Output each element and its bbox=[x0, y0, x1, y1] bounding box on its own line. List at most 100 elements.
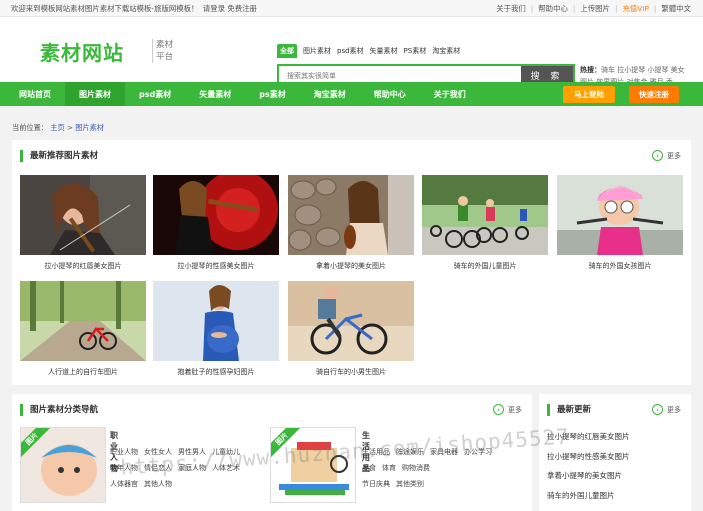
nav-images[interactable]: 图片素材 bbox=[65, 82, 125, 106]
image-card[interactable]: 骑车的外国儿童图片 bbox=[422, 175, 548, 271]
about-us-link[interactable]: 关于我们 bbox=[496, 3, 526, 14]
category-link[interactable]: 节日庆典 bbox=[362, 480, 390, 488]
violin-red-backdrop-photo[interactable] bbox=[153, 175, 279, 255]
nav-psd[interactable]: psd素材 bbox=[125, 82, 185, 106]
category-link[interactable]: 美食 bbox=[362, 464, 376, 472]
category-link[interactable]: 女性女人 bbox=[144, 448, 172, 456]
latest-item[interactable]: 骑车的外国儿童图片 bbox=[547, 486, 691, 506]
image-caption[interactable]: 拉小提琴的性感美女图片 bbox=[153, 261, 279, 271]
nav-ps[interactable]: ps素材 bbox=[245, 82, 300, 106]
pregnant-woman-photo[interactable] bbox=[153, 281, 279, 361]
latest-item[interactable]: 拉小提琴的性感美女图片 bbox=[547, 447, 691, 467]
image-caption[interactable]: 人行道上的自行车图片 bbox=[20, 367, 146, 377]
login-link[interactable]: 请登录 bbox=[203, 4, 225, 13]
category-link[interactable]: 儿童幼儿 bbox=[212, 448, 240, 456]
image-caption[interactable]: 骑车的外国儿童图片 bbox=[422, 261, 548, 271]
category-link[interactable]: 人体艺术 bbox=[212, 464, 240, 472]
category-link[interactable]: 购物消费 bbox=[402, 464, 430, 472]
nav-vector[interactable]: 矢量素材 bbox=[185, 82, 245, 106]
site-logo[interactable]: 素材网站 bbox=[40, 37, 124, 66]
welcome-text: 欢迎来到模板网站素材图片素材下载站模板-旅版网模板！ bbox=[11, 3, 199, 13]
latest-item[interactable]: 拉小提琴的红唇美女图片 bbox=[547, 427, 691, 447]
category-link[interactable]: 男性男人 bbox=[178, 448, 206, 456]
upload-image-link[interactable]: 上传图片 bbox=[580, 3, 610, 14]
search-tab-taobao[interactable]: 淘宝素材 bbox=[432, 46, 460, 56]
category-link[interactable]: 职业人物 bbox=[110, 448, 138, 456]
breadcrumb-label: 当前位置： bbox=[12, 123, 48, 132]
logo-subtitle: 素材 平台 bbox=[152, 39, 173, 63]
image-card[interactable]: 人行道上的自行车图片 bbox=[20, 281, 146, 377]
recommend-header: 最新推荐图片素材 › 更多 bbox=[12, 140, 691, 171]
image-card[interactable]: 拿着小提琴的美女图片 bbox=[288, 175, 414, 271]
recommend-more-link[interactable]: › 更多 bbox=[652, 150, 681, 161]
breadcrumb-home[interactable]: 主页 bbox=[50, 123, 64, 132]
search-tab-vector[interactable]: 矢量素材 bbox=[370, 46, 398, 56]
category-link[interactable]: 阵途娱乐 bbox=[396, 448, 424, 456]
category-link[interactable]: 人体器官 bbox=[110, 480, 138, 488]
violin-woman-photo[interactable] bbox=[20, 175, 146, 255]
category-image[interactable]: 图片 bbox=[270, 427, 356, 503]
register-link[interactable]: 免费注册 bbox=[227, 4, 257, 13]
bike-sidewalk-photo[interactable] bbox=[20, 281, 146, 361]
recharge-vip-link[interactable]: 充值VIP bbox=[622, 3, 648, 14]
search-tab-all[interactable]: 全部 bbox=[277, 44, 297, 58]
latest-header: 最新更新 › 更多 bbox=[539, 394, 691, 425]
image-card[interactable]: 骑车的外国女孩图片 bbox=[557, 175, 683, 271]
category-links: 生活用品 阵途娱乐 家具电器 办公学习 美食 体育 购物消费 节日庆典 其他类别 bbox=[362, 444, 522, 492]
nav-about[interactable]: 关于我们 bbox=[420, 82, 480, 106]
violin-stone-wall-photo[interactable] bbox=[288, 175, 414, 255]
category-link[interactable]: 家具电器 bbox=[430, 448, 458, 456]
traditional-chinese-link[interactable]: 繁體中文 bbox=[661, 3, 691, 14]
image-caption[interactable]: 抱着肚子的性感孕妇图片 bbox=[153, 367, 279, 377]
category-link[interactable]: 体育 bbox=[382, 464, 396, 472]
category-link[interactable]: 家庭人物 bbox=[178, 464, 206, 472]
category-panel: 图片素材分类导航 › 更多 图片 职业人物 职业人物 女性女人 男性男人 儿童幼儿 老… bbox=[12, 394, 532, 511]
nav-taobao[interactable]: 淘宝素材 bbox=[300, 82, 360, 106]
image-caption[interactable]: 骑自行车的小男生图片 bbox=[288, 367, 414, 377]
latest-more-link[interactable]: › 更多 bbox=[652, 404, 681, 415]
header: 素材网站 素材 平台 全部 图片素材 psd素材 矢量素材 PS素材 淘宝素材 … bbox=[0, 17, 703, 87]
category-link[interactable]: 情侣恋人 bbox=[144, 464, 172, 472]
category-header: 图片素材分类导航 › 更多 bbox=[12, 394, 532, 425]
more-label: 更多 bbox=[508, 405, 522, 414]
image-card[interactable]: 拉小提琴的性感美女图片 bbox=[153, 175, 279, 271]
search-tab-psd[interactable]: psd素材 bbox=[337, 46, 364, 56]
image-caption[interactable]: 拉小提琴的红唇美女图片 bbox=[20, 261, 146, 271]
hot-label: 热搜： bbox=[580, 66, 601, 74]
arrow-right-icon: › bbox=[652, 150, 663, 161]
nav-home[interactable]: 网站首页 bbox=[5, 82, 65, 106]
category-image[interactable]: 图片 bbox=[20, 427, 106, 503]
recommend-panel: 最新推荐图片素材 › 更多 拉小提琴的红唇美女图片 拉小提琴的性感美女图片 拿着… bbox=[12, 140, 691, 385]
latest-item[interactable]: 拿着小提琴的美女图片 bbox=[547, 466, 691, 486]
search-tabs: 全部 图片素材 psd素材 矢量素材 PS素材 淘宝素材 bbox=[277, 44, 466, 58]
girl-helmet-bike-photo[interactable] bbox=[557, 175, 683, 255]
search-tab-ps[interactable]: PS素材 bbox=[404, 46, 427, 56]
latest-list: 拉小提琴的红唇美女图片 拉小提琴的性感美女图片 拿着小提琴的美女图片 骑车的外国… bbox=[539, 427, 691, 505]
more-label: 更多 bbox=[667, 405, 681, 414]
image-card[interactable]: 骑自行车的小男生图片 bbox=[288, 281, 414, 377]
recommend-title: 最新推荐图片素材 bbox=[20, 149, 98, 162]
register-button[interactable]: 快速注册 bbox=[629, 86, 679, 103]
category-link[interactable]: 办公学习 bbox=[464, 448, 492, 456]
image-caption[interactable]: 拿着小提琴的美女图片 bbox=[288, 261, 414, 271]
top-links: 关于我们 | 帮助中心 | 上传图片 | 充值VIP | 繁體中文 bbox=[496, 3, 691, 14]
login-button[interactable]: 马上登陆 bbox=[563, 86, 615, 103]
help-center-link[interactable]: 帮助中心 bbox=[538, 3, 568, 14]
boy-bicycle-photo[interactable] bbox=[288, 281, 414, 361]
nav-help[interactable]: 帮助中心 bbox=[360, 82, 420, 106]
category-link[interactable]: 其他类别 bbox=[396, 480, 424, 488]
search-tab-images[interactable]: 图片素材 bbox=[303, 46, 331, 56]
category-link[interactable]: 其他人物 bbox=[144, 480, 172, 488]
category-link[interactable]: 老年人物 bbox=[110, 464, 138, 472]
category-more-link[interactable]: › 更多 bbox=[493, 404, 522, 415]
category-link[interactable]: 生活用品 bbox=[362, 448, 390, 456]
logo-sub-line2: 平台 bbox=[156, 52, 174, 62]
more-label: 更多 bbox=[667, 151, 681, 160]
breadcrumb-current[interactable]: 图片素材 bbox=[75, 123, 104, 132]
image-caption[interactable]: 骑车的外国女孩图片 bbox=[557, 261, 683, 271]
top-bar: 欢迎来到模板网站素材图片素材下载站模板-旅版网模板！ 请登录 免费注册 关于我们… bbox=[0, 0, 703, 17]
image-card[interactable]: 拉小提琴的红唇美女图片 bbox=[20, 175, 146, 271]
kids-cycling-photo[interactable] bbox=[422, 175, 548, 255]
image-card[interactable]: 抱着肚子的性感孕妇图片 bbox=[153, 281, 279, 377]
arrow-right-icon: › bbox=[652, 404, 663, 415]
